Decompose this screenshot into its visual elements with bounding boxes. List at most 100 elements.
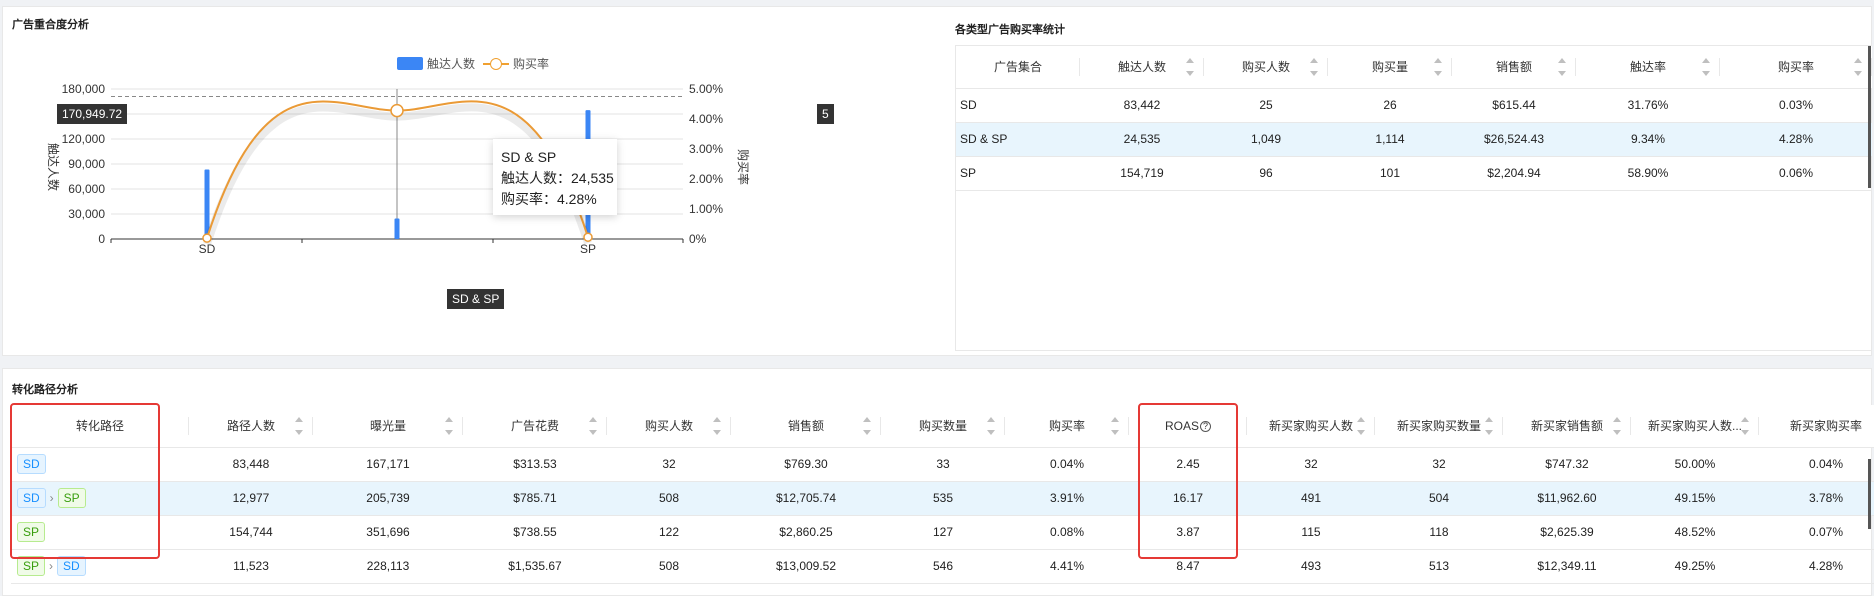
path-title: 转化路径分析 [12, 384, 78, 396]
table-cell: 0.06% [1720, 156, 1872, 191]
column-header[interactable]: 新买家购买率 [1759, 405, 1874, 448]
highlight-box-path [10, 403, 160, 559]
sort-icon[interactable] [1702, 58, 1710, 76]
column-header[interactable]: 购买量 [1328, 46, 1452, 89]
table-cell: 351,696 [313, 515, 463, 550]
table-cell: 50.00% [1631, 447, 1759, 482]
overlap-chart[interactable]: 030,00060,00090,000120,000150,000180,000… [3, 7, 903, 307]
table-cell: 504 [1375, 481, 1503, 516]
y2-tick-label: 2.00% [689, 172, 723, 186]
column-header[interactable]: 购买人数 [1204, 46, 1328, 89]
table-cell: 25 [1204, 88, 1328, 123]
sort-icon[interactable] [1434, 58, 1442, 76]
table-cell: 1,049 [1204, 122, 1328, 157]
table-cell: 513 [1375, 549, 1503, 584]
y2-tick-label: 5.00% [689, 82, 723, 96]
sort-icon[interactable] [1485, 417, 1493, 435]
table-row[interactable]: SD 83,448 167,171 $313.53 32 $769.30 33 0.04% 2.… [11, 447, 1874, 482]
table-cell: $2,860.25 [731, 515, 881, 550]
column-header-label: 新买家购买人数 [1268, 419, 1353, 434]
column-header-label: 购买人数 [644, 419, 693, 434]
path-scrollbar[interactable] [1868, 459, 1871, 529]
y-tick-label: 60,000 [68, 182, 105, 196]
sort-icon[interactable] [1310, 58, 1318, 76]
sort-icon[interactable] [295, 417, 303, 435]
sort-icon[interactable] [1854, 58, 1862, 76]
table-cell: 0.04% [1759, 447, 1874, 482]
path-table: 转化路径 路径人数 曝光量 广告花费 购买人数 销售额 购买数量 购买率 ROAS? 新买家购买人… [11, 405, 1874, 584]
column-header[interactable]: 新买家购买人数... [1631, 405, 1759, 448]
sort-icon[interactable] [1111, 417, 1119, 435]
column-header[interactable]: 销售额 [1452, 46, 1576, 89]
sort-icon[interactable] [1186, 58, 1194, 76]
column-header[interactable]: 新买家销售额 [1503, 405, 1631, 448]
sort-icon[interactable] [713, 417, 721, 435]
y-tick-label: 30,000 [68, 207, 105, 221]
sort-icon[interactable] [1357, 417, 1365, 435]
table-cell: $26,524.43 [1452, 122, 1576, 157]
column-header[interactable]: 曝光量 [313, 405, 463, 448]
table-row[interactable]: SP 154,744 351,696 $738.55 122 $2,860.25 127 0.… [11, 515, 1874, 550]
column-header[interactable]: 路径人数 [189, 405, 313, 448]
table-cell: 96 [1204, 156, 1328, 191]
column-header[interactable]: 购买率 [1720, 46, 1872, 89]
bar-sd-sp[interactable] [394, 218, 400, 239]
table-row[interactable]: SD › SP 12,977 205,739 $785.71 508 $12,705.74 53… [11, 481, 1874, 516]
column-header-label: 销售额 [787, 419, 824, 434]
tooltip-reach-value: 24,535 [571, 170, 614, 186]
column-header-label: 新买家购买人数... [1647, 419, 1742, 434]
path-body: SD 83,448 167,171 $313.53 32 $769.30 33 0.04% 2.… [11, 447, 1874, 584]
column-header-label: 路径人数 [226, 419, 275, 434]
column-header[interactable]: 购买人数 [607, 405, 731, 448]
sort-icon[interactable] [1613, 417, 1621, 435]
table-cell: 154,719 [1080, 156, 1204, 191]
table-cell: 49.25% [1631, 549, 1759, 584]
stats-header-row: 广告集合 触达人数 购买人数 购买量 销售额 触达率 购买率 [956, 46, 1872, 89]
rate-point[interactable] [202, 233, 212, 243]
y2-tick-label: 4.00% [689, 112, 723, 126]
y2-tick-label: 0% [689, 232, 707, 246]
path-header-row: 转化路径 路径人数 曝光量 广告花费 购买人数 销售额 购买数量 购买率 ROAS? 新买家购买人… [11, 405, 1874, 448]
sort-icon[interactable] [987, 417, 995, 435]
table-cell: 48.52% [1631, 515, 1759, 550]
sort-icon[interactable] [445, 417, 453, 435]
sort-icon[interactable] [863, 417, 871, 435]
table-cell: $2,204.94 [1452, 156, 1576, 191]
column-header[interactable]: 触达人数 [1080, 46, 1204, 89]
rate-point[interactable] [390, 103, 404, 118]
table-cell: 3.91% [1005, 481, 1129, 516]
table-row[interactable]: SD 83,442 25 26 $615.44 31.76% 0.03% [956, 88, 1872, 123]
column-header[interactable]: 新买家购买人数 [1247, 405, 1375, 448]
y2-axis-title: 购买率 [736, 149, 751, 185]
table-cell: 101 [1328, 156, 1452, 191]
column-header[interactable]: 广告花费 [463, 405, 607, 448]
column-divider[interactable] [1871, 58, 1872, 76]
table-row[interactable]: SP 154,719 96 101 $2,204.94 58.90% 0.06% [956, 156, 1872, 191]
sort-icon[interactable] [1741, 417, 1749, 435]
x-tick-label: SP [580, 242, 596, 256]
column-header-label: 触达人数 [1117, 60, 1166, 75]
table-cell: $615.44 [1452, 88, 1576, 123]
column-header[interactable]: 触达率 [1576, 46, 1720, 89]
table-row[interactable]: SD & SP 24,535 1,049 1,114 $26,524.43 9.34% 4.… [956, 122, 1872, 157]
stats-title: 各类型广告购买率统计 [955, 24, 1065, 36]
sort-icon[interactable] [589, 417, 597, 435]
column-header[interactable]: 销售额 [731, 405, 881, 448]
table-cell: 4.28% [1720, 122, 1872, 157]
stats-scrollbar[interactable] [1868, 46, 1871, 188]
highlight-box-roas [1138, 403, 1238, 559]
column-header[interactable]: 新买家购买数量 [1375, 405, 1503, 448]
rate-point[interactable] [583, 232, 593, 242]
sort-icon[interactable] [1558, 58, 1566, 76]
table-cell: 491 [1247, 481, 1375, 516]
stats-body: SD 83,442 25 26 $615.44 31.76% 0.03% SD & SP 24,… [956, 88, 1872, 191]
column-header-label: 曝光量 [369, 419, 406, 434]
table-cell: 33 [881, 447, 1005, 482]
path-tag: SD [57, 556, 86, 576]
column-header[interactable]: 购买率 [1005, 405, 1129, 448]
table-row[interactable]: SP › SD 11,523 228,113 $1,535.67 508 $13,009.52… [11, 549, 1874, 584]
table-cell: $769.30 [731, 447, 881, 482]
y-axis-title: 触达人数 [46, 143, 61, 191]
table-cell: SD [956, 88, 1080, 123]
column-header[interactable]: 购买数量 [881, 405, 1005, 448]
